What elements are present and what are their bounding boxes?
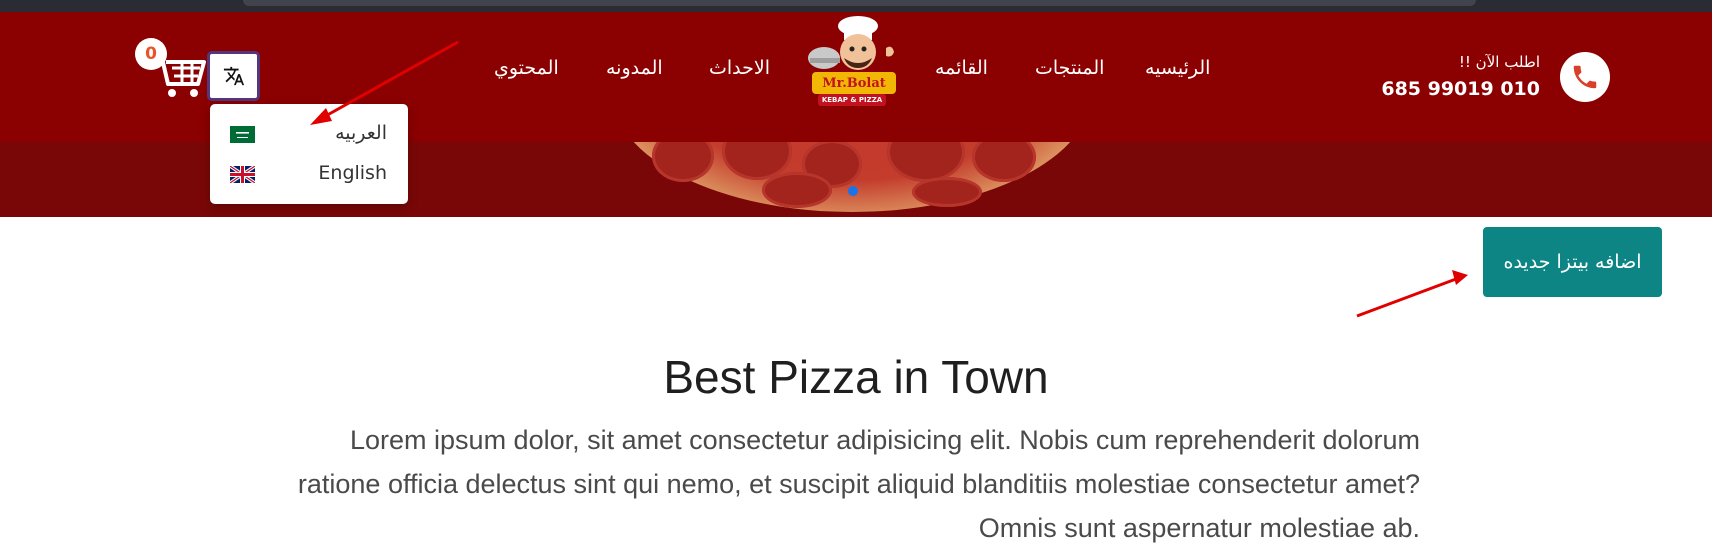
intro-paragraph: Lorem ipsum dolor, sit amet consectetur …: [297, 425, 1420, 543]
language-dropdown: العربيه English: [210, 104, 408, 204]
translate-icon: [223, 66, 244, 86]
browser-bar: [243, 0, 1476, 6]
uk-flag-icon: [230, 166, 255, 183]
nav-home[interactable]: الرئيسيه: [1145, 57, 1210, 79]
nav-events[interactable]: الاحداث: [709, 57, 770, 79]
language-label-arabic: العربيه: [335, 122, 387, 144]
order-now-label: اطلب الآن !!: [1458, 53, 1540, 71]
language-label-english: English: [318, 162, 387, 184]
language-toggle-button[interactable]: [207, 51, 260, 101]
nav-menu[interactable]: القائمه: [935, 57, 988, 79]
nav-products[interactable]: المنتجات: [1035, 57, 1104, 79]
annotation-arrow-add-button: [1356, 277, 1457, 318]
logo-subtext: KEBAP & PIZZA: [818, 94, 886, 106]
browser-top-strip: [0, 0, 1712, 12]
logo-wordmark: Mr.Bolat: [810, 70, 898, 96]
phone-icon: [1573, 65, 1597, 89]
nav-content[interactable]: المحتوي: [494, 57, 559, 79]
page-title: Best Pizza in Town: [663, 351, 1049, 403]
slider-dot[interactable]: [848, 186, 858, 196]
phone-icon-circle[interactable]: [1560, 52, 1610, 102]
cart-count-badge: 0: [135, 38, 167, 70]
add-new-pizza-button[interactable]: اضافه بيتزا جديده: [1483, 227, 1662, 297]
nav-blog[interactable]: المدونه: [606, 57, 663, 79]
saudi-flag-icon: [230, 126, 255, 143]
phone-number[interactable]: 685 99019 010: [1381, 78, 1540, 100]
language-option-arabic[interactable]: العربيه: [210, 116, 408, 152]
pizza-image: [612, 142, 1092, 212]
language-option-english[interactable]: English: [210, 156, 408, 192]
annotation-arrowhead-add-button: [1452, 270, 1468, 285]
site-logo[interactable]: Mr.Bolat KEBAP & PIZZA: [800, 12, 904, 110]
